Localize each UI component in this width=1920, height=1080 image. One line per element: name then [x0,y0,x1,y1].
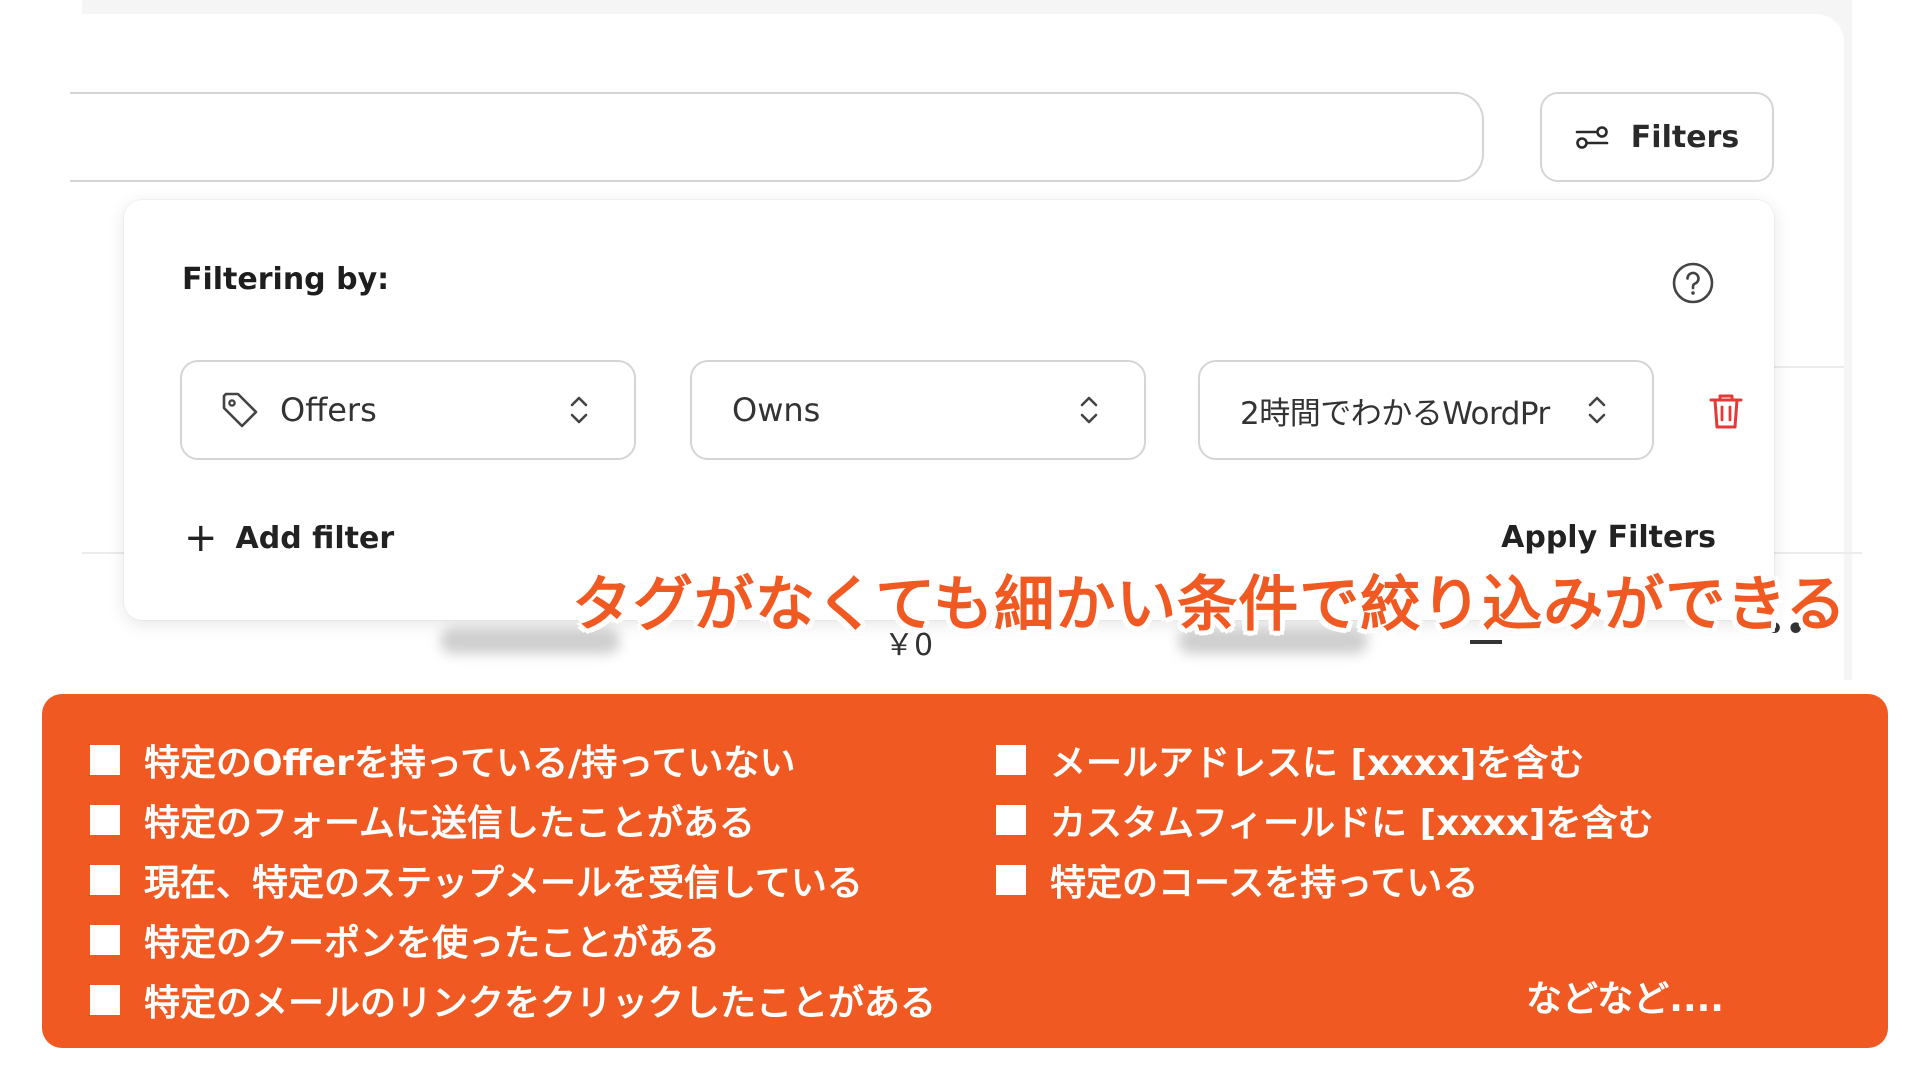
bullet-square-icon [90,805,120,835]
list-item: 特定のOfferを持っている/持っていない [90,730,936,790]
list-item: 特定のクーポンを使ったことがある [90,910,936,970]
list-item-text: 特定のメールのリンクをクリックしたことがある [144,983,937,1024]
annotation-headline: タグがなくても細かい条件で絞り込みができる [572,570,1847,640]
filter-value-select[interactable]: 2時間でわかるWordPr [1198,360,1654,460]
list-item-text: 特定のクーポンを使ったことがある [144,923,721,964]
filter-sliders-icon [1575,126,1609,149]
popover-title: Filtering by: [182,262,390,297]
list-item: 現在、特定のステップメールを受信している [90,850,936,910]
chevron-updown-icon [570,396,588,424]
bullet-square-icon [90,745,120,775]
callout-right-list: メールアドレスに [xxxx]を含む カスタムフィールドに [xxxx]を含む … [996,730,1653,910]
callout-etc-label: などなど.... [1526,979,1724,1020]
bullet-square-icon [90,925,120,955]
bullet-square-icon [996,865,1026,895]
list-item: カスタムフィールドに [xxxx]を含む [996,790,1653,850]
chevron-updown-icon [1588,396,1606,424]
help-circle-icon[interactable] [1670,260,1716,306]
tag-icon [222,392,258,428]
search-input[interactable] [70,92,1484,182]
list-item-text: 特定のフォームに送信したことがある [144,803,755,844]
filters-button-label: Filters [1630,119,1740,155]
bullet-square-icon [90,865,120,895]
bullet-square-icon [90,985,120,1015]
list-item-text: カスタムフィールドに [xxxx]を含む [1050,803,1654,844]
list-item-text: 特定のコースを持っている [1050,863,1479,904]
add-filter-button[interactable]: + Add filter [184,518,394,558]
plus-icon: + [184,515,218,561]
list-item: 特定のメールのリンクをクリックしたことがある [90,970,936,1030]
add-filter-label: Add filter [235,520,395,556]
filter-operator-value: Owns [732,391,821,429]
list-item-text: 現在、特定のステップメールを受信している [144,863,863,904]
bullet-square-icon [996,805,1026,835]
chevron-updown-icon [1080,396,1098,424]
list-item-text: メールアドレスに [xxxx]を含む [1050,743,1585,784]
screen: Filters ￥0 ••• Filtering by: Offers Owns… [0,0,1920,1080]
filter-field-value: Offers [280,391,377,429]
feature-callout: 特定のOfferを持っている/持っていない 特定のフォームに送信したことがある … [42,694,1888,1048]
filter-field-select[interactable]: Offers [180,360,636,460]
filter-value-text: 2時間でわかるWordPr [1240,395,1550,432]
callout-left-list: 特定のOfferを持っている/持っていない 特定のフォームに送信したことがある … [90,730,936,1030]
list-item: 特定のコースを持っている [996,850,1653,910]
apply-filters-button[interactable]: Apply Filters [1501,520,1716,555]
trash-icon[interactable] [1706,390,1746,432]
bullet-square-icon [996,745,1026,775]
list-item: 特定のフォームに送信したことがある [90,790,936,850]
list-item-text: 特定のOfferを持っている/持っていない [144,743,796,784]
table-divider [1774,366,1844,368]
filters-button[interactable]: Filters [1540,92,1774,182]
filter-operator-select[interactable]: Owns [690,360,1146,460]
list-item: メールアドレスに [xxxx]を含む [996,730,1653,790]
